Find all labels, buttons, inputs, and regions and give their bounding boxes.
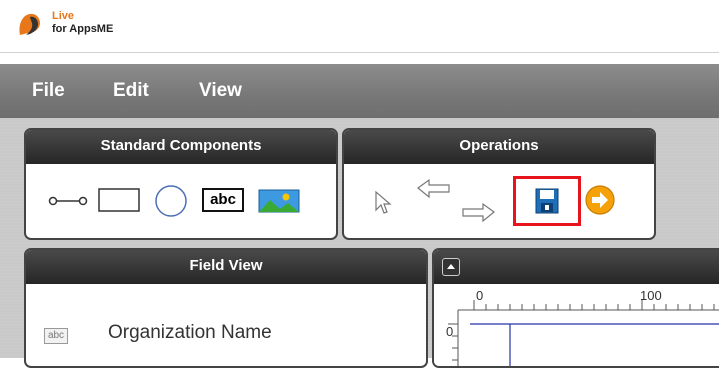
menu-view[interactable]: View bbox=[199, 64, 242, 118]
rectangle-icon[interactable] bbox=[98, 188, 142, 214]
operations-panel: Operations bbox=[342, 128, 656, 240]
canvas-header bbox=[434, 250, 719, 284]
standard-components-title: Standard Components bbox=[26, 130, 336, 164]
textfield-icon: abc bbox=[44, 328, 68, 344]
collapse-up-icon[interactable] bbox=[442, 258, 460, 276]
undo-arrow-icon[interactable] bbox=[416, 178, 452, 202]
connector-icon[interactable] bbox=[48, 194, 88, 208]
app-header: Live for AppsME bbox=[0, 0, 719, 53]
operations-title: Operations bbox=[344, 130, 654, 164]
save-icon[interactable] bbox=[535, 188, 559, 214]
ruler-label-v0: 0 bbox=[446, 324, 454, 339]
menu-edit[interactable]: Edit bbox=[113, 64, 149, 118]
logo-subtitle: for AppsME bbox=[52, 23, 114, 35]
go-arrow-icon[interactable] bbox=[584, 184, 616, 216]
ruler-label-0: 0 bbox=[476, 288, 484, 303]
text-icon[interactable]: abc bbox=[202, 188, 244, 212]
menu-bar: File Edit View bbox=[0, 64, 719, 118]
redo-arrow-icon[interactable] bbox=[460, 200, 496, 224]
ruler-label-100: 100 bbox=[640, 288, 662, 303]
menu-file[interactable]: File bbox=[32, 64, 65, 118]
circle-icon[interactable] bbox=[154, 184, 188, 218]
logo-title: Live bbox=[52, 10, 75, 22]
pointer-icon[interactable] bbox=[374, 190, 392, 216]
standard-components-panel: Standard Components abc bbox=[24, 128, 338, 240]
field-view-title: Field View bbox=[26, 250, 426, 284]
live-logo-icon bbox=[19, 13, 40, 35]
canvas-panel: 0 100 0 bbox=[432, 248, 719, 368]
image-icon[interactable] bbox=[258, 189, 300, 213]
field-view-panel: Field View abc Organization Name bbox=[24, 248, 428, 368]
field-label[interactable]: Organization Name bbox=[108, 322, 272, 344]
